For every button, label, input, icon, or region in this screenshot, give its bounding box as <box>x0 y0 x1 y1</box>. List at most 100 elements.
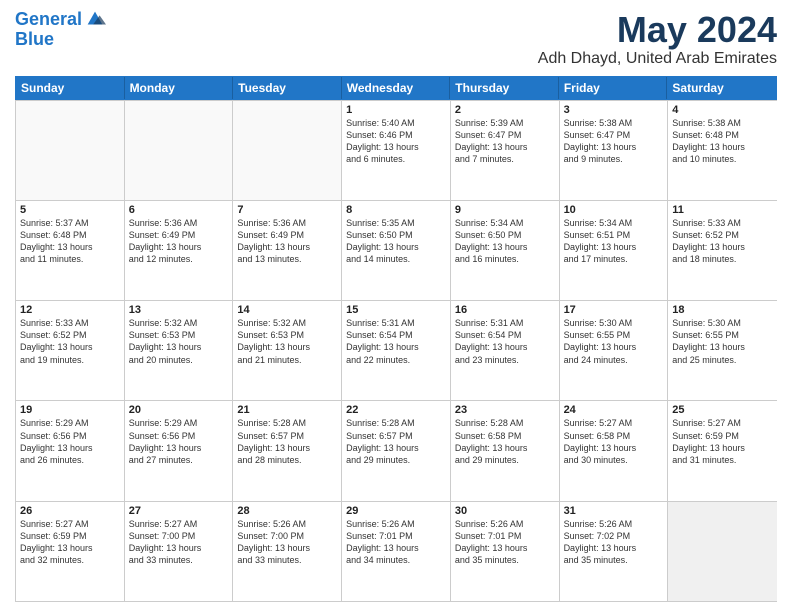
cell-info: Sunrise: 5:36 AM Sunset: 6:49 PM Dayligh… <box>237 217 337 266</box>
day-number: 28 <box>237 505 337 517</box>
day-number: 20 <box>129 404 229 416</box>
calendar-cell: 9Sunrise: 5:34 AM Sunset: 6:50 PM Daylig… <box>451 201 560 300</box>
day-number: 15 <box>346 304 446 316</box>
cell-info: Sunrise: 5:28 AM Sunset: 6:58 PM Dayligh… <box>455 417 555 466</box>
day-number: 19 <box>20 404 120 416</box>
calendar-cell: 16Sunrise: 5:31 AM Sunset: 6:54 PM Dayli… <box>451 301 560 400</box>
calendar-cell: 18Sunrise: 5:30 AM Sunset: 6:55 PM Dayli… <box>668 301 777 400</box>
calendar-cell: 20Sunrise: 5:29 AM Sunset: 6:56 PM Dayli… <box>125 401 234 500</box>
title-block: May 2024 Adh Dhayd, United Arab Emirates <box>538 10 777 68</box>
cell-info: Sunrise: 5:38 AM Sunset: 6:47 PM Dayligh… <box>564 117 664 166</box>
calendar-cell <box>233 101 342 200</box>
day-number: 30 <box>455 505 555 517</box>
cell-info: Sunrise: 5:36 AM Sunset: 6:49 PM Dayligh… <box>129 217 229 266</box>
calendar-cell: 30Sunrise: 5:26 AM Sunset: 7:01 PM Dayli… <box>451 502 560 601</box>
day-number: 22 <box>346 404 446 416</box>
calendar-row-1: 1Sunrise: 5:40 AM Sunset: 6:46 PM Daylig… <box>16 100 777 200</box>
cell-info: Sunrise: 5:37 AM Sunset: 6:48 PM Dayligh… <box>20 217 120 266</box>
day-number: 17 <box>564 304 664 316</box>
day-number: 5 <box>20 204 120 216</box>
cell-info: Sunrise: 5:34 AM Sunset: 6:51 PM Dayligh… <box>564 217 664 266</box>
calendar-cell: 24Sunrise: 5:27 AM Sunset: 6:58 PM Dayli… <box>560 401 669 500</box>
day-number: 18 <box>672 304 773 316</box>
day-number: 31 <box>564 505 664 517</box>
header-cell-wednesday: Wednesday <box>342 77 451 99</box>
cell-info: Sunrise: 5:33 AM Sunset: 6:52 PM Dayligh… <box>672 217 773 266</box>
location-title: Adh Dhayd, United Arab Emirates <box>538 50 777 68</box>
calendar-header: SundayMondayTuesdayWednesdayThursdayFrid… <box>15 76 777 100</box>
cell-info: Sunrise: 5:26 AM Sunset: 7:01 PM Dayligh… <box>455 518 555 567</box>
cell-info: Sunrise: 5:27 AM Sunset: 6:59 PM Dayligh… <box>20 518 120 567</box>
header-cell-sunday: Sunday <box>16 77 125 99</box>
calendar-cell: 17Sunrise: 5:30 AM Sunset: 6:55 PM Dayli… <box>560 301 669 400</box>
logo-text-line2: Blue <box>15 30 54 50</box>
cell-info: Sunrise: 5:31 AM Sunset: 6:54 PM Dayligh… <box>346 317 446 366</box>
day-number: 4 <box>672 104 773 116</box>
calendar-cell: 25Sunrise: 5:27 AM Sunset: 6:59 PM Dayli… <box>668 401 777 500</box>
cell-info: Sunrise: 5:29 AM Sunset: 6:56 PM Dayligh… <box>20 417 120 466</box>
cell-info: Sunrise: 5:27 AM Sunset: 7:00 PM Dayligh… <box>129 518 229 567</box>
cell-info: Sunrise: 5:30 AM Sunset: 6:55 PM Dayligh… <box>672 317 773 366</box>
calendar-row-5: 26Sunrise: 5:27 AM Sunset: 6:59 PM Dayli… <box>16 501 777 601</box>
cell-info: Sunrise: 5:31 AM Sunset: 6:54 PM Dayligh… <box>455 317 555 366</box>
calendar-cell: 22Sunrise: 5:28 AM Sunset: 6:57 PM Dayli… <box>342 401 451 500</box>
day-number: 13 <box>129 304 229 316</box>
day-number: 3 <box>564 104 664 116</box>
day-number: 14 <box>237 304 337 316</box>
cell-info: Sunrise: 5:28 AM Sunset: 6:57 PM Dayligh… <box>346 417 446 466</box>
page: General Blue May 2024 Adh Dhayd, United … <box>0 0 792 612</box>
header-cell-saturday: Saturday <box>667 77 776 99</box>
calendar: SundayMondayTuesdayWednesdayThursdayFrid… <box>15 76 777 602</box>
calendar-cell: 3Sunrise: 5:38 AM Sunset: 6:47 PM Daylig… <box>560 101 669 200</box>
header-cell-thursday: Thursday <box>450 77 559 99</box>
calendar-row-2: 5Sunrise: 5:37 AM Sunset: 6:48 PM Daylig… <box>16 200 777 300</box>
cell-info: Sunrise: 5:40 AM Sunset: 6:46 PM Dayligh… <box>346 117 446 166</box>
day-number: 2 <box>455 104 555 116</box>
header-cell-monday: Monday <box>125 77 234 99</box>
calendar-cell <box>125 101 234 200</box>
cell-info: Sunrise: 5:27 AM Sunset: 6:59 PM Dayligh… <box>672 417 773 466</box>
calendar-cell: 21Sunrise: 5:28 AM Sunset: 6:57 PM Dayli… <box>233 401 342 500</box>
calendar-cell: 13Sunrise: 5:32 AM Sunset: 6:53 PM Dayli… <box>125 301 234 400</box>
day-number: 29 <box>346 505 446 517</box>
calendar-cell: 4Sunrise: 5:38 AM Sunset: 6:48 PM Daylig… <box>668 101 777 200</box>
cell-info: Sunrise: 5:39 AM Sunset: 6:47 PM Dayligh… <box>455 117 555 166</box>
calendar-cell <box>16 101 125 200</box>
day-number: 16 <box>455 304 555 316</box>
calendar-cell: 31Sunrise: 5:26 AM Sunset: 7:02 PM Dayli… <box>560 502 669 601</box>
calendar-cell <box>668 502 777 601</box>
calendar-cell: 14Sunrise: 5:32 AM Sunset: 6:53 PM Dayli… <box>233 301 342 400</box>
day-number: 21 <box>237 404 337 416</box>
calendar-cell: 29Sunrise: 5:26 AM Sunset: 7:01 PM Dayli… <box>342 502 451 601</box>
cell-info: Sunrise: 5:34 AM Sunset: 6:50 PM Dayligh… <box>455 217 555 266</box>
day-number: 27 <box>129 505 229 517</box>
calendar-row-4: 19Sunrise: 5:29 AM Sunset: 6:56 PM Dayli… <box>16 400 777 500</box>
header: General Blue May 2024 Adh Dhayd, United … <box>15 10 777 68</box>
calendar-cell: 26Sunrise: 5:27 AM Sunset: 6:59 PM Dayli… <box>16 502 125 601</box>
cell-info: Sunrise: 5:32 AM Sunset: 6:53 PM Dayligh… <box>237 317 337 366</box>
day-number: 11 <box>672 204 773 216</box>
cell-info: Sunrise: 5:29 AM Sunset: 6:56 PM Dayligh… <box>129 417 229 466</box>
day-number: 6 <box>129 204 229 216</box>
cell-info: Sunrise: 5:32 AM Sunset: 6:53 PM Dayligh… <box>129 317 229 366</box>
calendar-cell: 1Sunrise: 5:40 AM Sunset: 6:46 PM Daylig… <box>342 101 451 200</box>
cell-info: Sunrise: 5:30 AM Sunset: 6:55 PM Dayligh… <box>564 317 664 366</box>
cell-info: Sunrise: 5:28 AM Sunset: 6:57 PM Dayligh… <box>237 417 337 466</box>
calendar-cell: 7Sunrise: 5:36 AM Sunset: 6:49 PM Daylig… <box>233 201 342 300</box>
calendar-cell: 10Sunrise: 5:34 AM Sunset: 6:51 PM Dayli… <box>560 201 669 300</box>
logo-icon <box>84 8 106 30</box>
cell-info: Sunrise: 5:26 AM Sunset: 7:01 PM Dayligh… <box>346 518 446 567</box>
calendar-cell: 15Sunrise: 5:31 AM Sunset: 6:54 PM Dayli… <box>342 301 451 400</box>
calendar-cell: 23Sunrise: 5:28 AM Sunset: 6:58 PM Dayli… <box>451 401 560 500</box>
day-number: 1 <box>346 104 446 116</box>
day-number: 10 <box>564 204 664 216</box>
day-number: 23 <box>455 404 555 416</box>
day-number: 7 <box>237 204 337 216</box>
calendar-cell: 28Sunrise: 5:26 AM Sunset: 7:00 PM Dayli… <box>233 502 342 601</box>
calendar-cell: 6Sunrise: 5:36 AM Sunset: 6:49 PM Daylig… <box>125 201 234 300</box>
header-cell-tuesday: Tuesday <box>233 77 342 99</box>
logo-text-line1: General <box>15 10 82 30</box>
calendar-cell: 27Sunrise: 5:27 AM Sunset: 7:00 PM Dayli… <box>125 502 234 601</box>
logo: General Blue <box>15 10 106 50</box>
day-number: 24 <box>564 404 664 416</box>
